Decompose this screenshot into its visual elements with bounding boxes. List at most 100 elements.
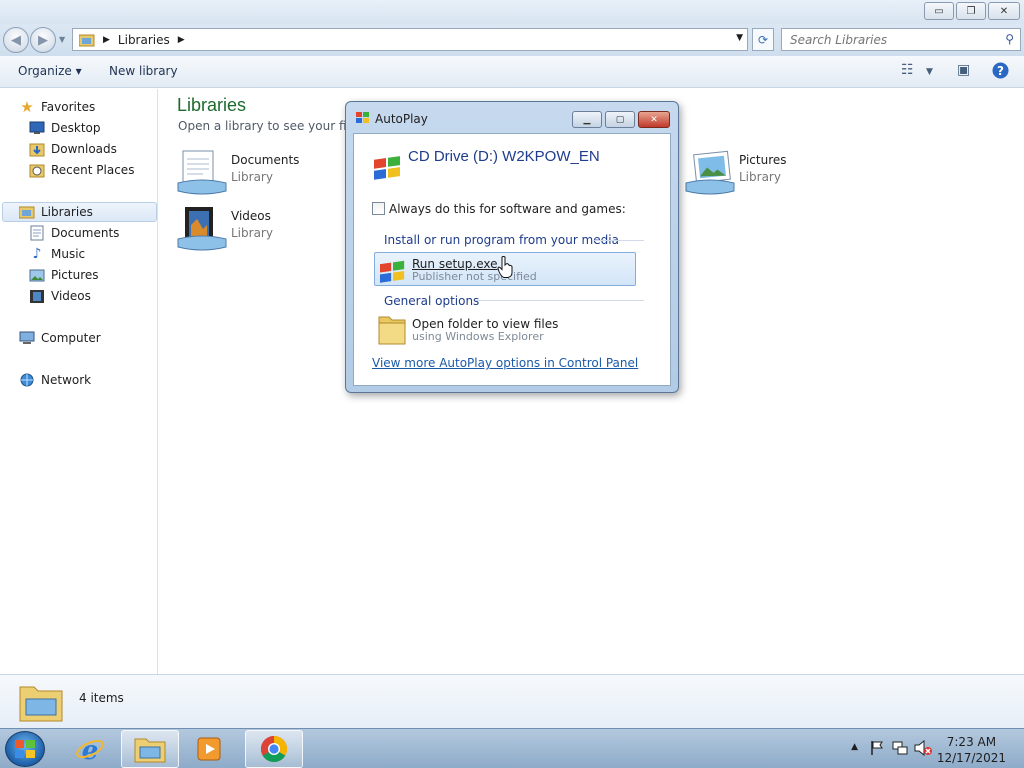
folder-icon (377, 313, 407, 350)
help-icon[interactable]: ? (992, 62, 1009, 83)
minimize-button[interactable]: ▭ (924, 2, 954, 20)
dialog-minimize-button[interactable]: ▁ (572, 111, 602, 128)
sidebar-item-computer[interactable]: Computer (19, 328, 101, 348)
sidebar-item-favorites[interactable]: ★ Favorites (19, 97, 95, 117)
dialog-maximize-button[interactable]: ▢ (605, 111, 635, 128)
back-arrow-icon: ◀ (11, 32, 21, 48)
taskbar-media-player[interactable] (181, 730, 239, 768)
library-type: Library (739, 170, 781, 184)
taskbar-windows-explorer[interactable] (121, 730, 179, 768)
sidebar-item-videos[interactable]: Videos (29, 286, 91, 306)
sidebar-item-recent-places[interactable]: Recent Places (29, 160, 134, 180)
refresh-icon: ⟳ (757, 32, 769, 47)
library-name: Pictures (739, 153, 787, 167)
refresh-button[interactable]: ⟳ (752, 28, 774, 51)
close-icon: ✕ (999, 5, 1009, 17)
sidebar-item-network[interactable]: Network (19, 370, 91, 390)
volume-muted-icon[interactable] (914, 739, 932, 759)
recent-places-icon (29, 162, 45, 178)
sidebar-item-label: Documents (51, 226, 120, 240)
autoplay-dialog: AutoPlay ▁ ▢ ✕ CD Drive (D:) W2KPOW_EN A… (345, 101, 679, 393)
star-icon: ★ (20, 98, 34, 116)
organize-button[interactable]: Organize ▾ (18, 64, 82, 78)
libraries-icon (19, 204, 35, 220)
minimize-icon: ▭ (934, 5, 944, 17)
clock[interactable]: 7:23 AM 12/17/2021 (937, 734, 1006, 766)
view-options-dropdown-icon[interactable]: ▼ (926, 67, 933, 77)
library-item-documents[interactable]: Documents Library (177, 149, 299, 197)
library-item-pictures[interactable]: Pictures Library (685, 149, 787, 197)
network-tray-icon[interactable] (892, 740, 908, 759)
media-player-icon (197, 737, 221, 761)
open-folder-title: Open folder to view files (412, 317, 559, 331)
taskbar: e ▲ 7:23 AM 12/17/2021 (0, 728, 1024, 768)
libraries-large-icon (18, 681, 64, 726)
sidebar-item-music[interactable]: ♪ Music (29, 244, 86, 264)
windows-flag-icon (378, 257, 408, 286)
search-icon[interactable]: ⚲ (1005, 32, 1014, 46)
sidebar-item-label: Computer (41, 331, 101, 345)
sidebar-item-pictures[interactable]: Pictures (29, 265, 99, 285)
back-button[interactable]: ◀ (3, 27, 29, 53)
hand-cursor-icon (497, 256, 513, 278)
sidebar-item-label: Favorites (41, 100, 96, 114)
search-input[interactable] (790, 32, 990, 47)
taskbar-internet-explorer[interactable]: e (61, 730, 119, 768)
sidebar-item-label: Desktop (51, 121, 101, 135)
address-dropdown-icon[interactable]: ▼ (736, 33, 743, 43)
music-icon: ♪ (32, 246, 42, 262)
breadcrumb-libraries[interactable]: Libraries (118, 33, 170, 47)
minimize-icon: ▁ (583, 114, 591, 125)
show-hidden-icons-icon[interactable]: ▲ (851, 742, 858, 752)
chrome-icon (260, 735, 288, 763)
always-do-this-checkbox[interactable] (372, 202, 385, 215)
general-section-heading: General options (384, 294, 480, 308)
run-setup-title: Run setup.exe (412, 257, 498, 271)
dialog-title: AutoPlay (375, 112, 428, 126)
sidebar-item-documents[interactable]: Documents (29, 223, 119, 243)
action-center-flag-icon[interactable] (870, 740, 884, 759)
recent-pages-dropdown-icon[interactable]: ▼ (59, 35, 65, 44)
videos-library-icon (177, 205, 227, 253)
forward-button[interactable]: ▶ (30, 27, 56, 53)
library-type: Library (231, 226, 273, 240)
close-button[interactable]: ✕ (988, 2, 1020, 20)
dialog-close-button[interactable]: ✕ (638, 111, 670, 128)
taskbar-chrome[interactable] (245, 730, 303, 768)
change-view-icon[interactable]: ☷ (901, 62, 914, 78)
clock-date: 12/17/2021 (936, 751, 1006, 765)
documents-library-icon (177, 149, 227, 197)
videos-icon (29, 288, 45, 304)
command-bar: Organize ▾ New library ☷ ▼ ▣ ? (0, 56, 1024, 88)
desktop-icon (29, 120, 45, 136)
explorer-titlebar: ▭ ❐ ✕ (0, 0, 1024, 24)
maximize-button[interactable]: ❐ (956, 2, 986, 20)
windows-logo-icon (356, 112, 370, 127)
breadcrumb-separator-icon[interactable]: ▶ (103, 35, 110, 45)
computer-icon (19, 330, 35, 346)
windows-logo-icon (15, 740, 35, 758)
breadcrumb-chevron-icon[interactable]: ▶ (178, 35, 185, 45)
forward-arrow-icon: ▶ (38, 32, 48, 48)
internet-explorer-icon: e (76, 736, 104, 764)
preview-pane-icon[interactable]: ▣ (957, 62, 970, 78)
library-item-videos[interactable]: Videos Library (177, 205, 273, 253)
explorer-folder-icon (134, 738, 166, 763)
sidebar-item-desktop[interactable]: Desktop (29, 118, 101, 138)
sidebar-item-downloads[interactable]: Downloads (29, 139, 117, 159)
sidebar-item-label: Recent Places (51, 163, 135, 177)
new-library-button[interactable]: New library (109, 64, 178, 78)
open-folder-subtitle: using Windows Explorer (412, 330, 544, 343)
more-autoplay-options-link[interactable]: View more AutoPlay options in Control Pa… (372, 356, 638, 370)
always-do-this-label[interactable]: Always do this for software and games: (389, 202, 626, 216)
item-count: 4 items (79, 691, 124, 705)
restore-icon: ❐ (966, 5, 976, 17)
navigation-pane: ★ Favorites Desktop Downloads Recent Pla… (0, 89, 158, 674)
address-bar[interactable]: ▶ Libraries ▶ ▼ (72, 28, 748, 51)
search-box[interactable]: ⚲ (781, 28, 1021, 51)
install-section-heading: Install or run program from your media (384, 233, 619, 247)
sidebar-item-libraries[interactable]: Libraries (2, 202, 157, 222)
sidebar-item-label: Videos (51, 289, 91, 303)
open-folder-option[interactable]: Open folder to view files using Windows … (374, 312, 636, 346)
start-button[interactable] (5, 731, 45, 767)
